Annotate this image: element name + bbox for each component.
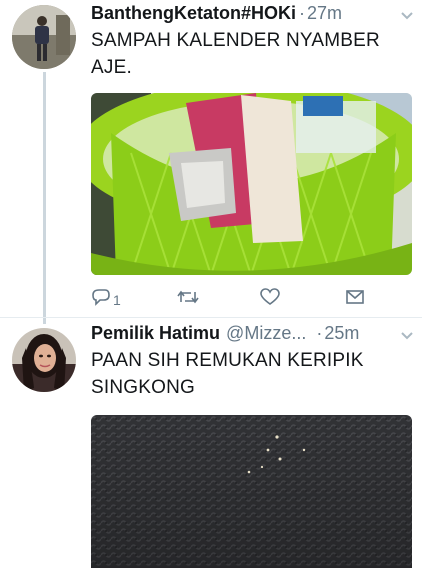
reply-icon (91, 288, 111, 311)
timestamp[interactable]: 25m (324, 323, 359, 344)
separator-dot: · (299, 2, 306, 23)
timeline-feed: BanthengKetaton#HOKi · 27m SAMPAH KALEND… (0, 0, 422, 568)
tweet-header: Pemilik Hatimu @Mizze... · 25m (91, 321, 414, 345)
retweet-icon (177, 288, 199, 311)
trash-basket-photo (91, 93, 412, 275)
retweet-button[interactable] (177, 288, 199, 311)
reply-button[interactable]: 1 (91, 288, 121, 311)
like-icon (260, 288, 280, 311)
thread-connector-line (43, 72, 46, 324)
message-icon (345, 288, 365, 311)
knit-fabric-photo (91, 415, 412, 568)
username[interactable]: @Mizze... (226, 323, 306, 344)
tweet-actions: 1 (91, 288, 391, 308)
message-button[interactable] (345, 288, 365, 311)
chevron-down-icon[interactable] (400, 325, 414, 346)
avatar[interactable] (12, 328, 76, 392)
timestamp[interactable]: 27m (307, 3, 342, 24)
tweet-media-photo[interactable] (91, 415, 412, 568)
tweet-text: SAMPAH KALENDER NYAMBER AJE. (91, 30, 380, 78)
reply-count: 1 (113, 291, 121, 308)
tweet-text: PAAN SIH REMUKAN KERIPIK SINGKONG (91, 350, 364, 398)
avatar[interactable] (12, 5, 76, 69)
like-button[interactable] (260, 288, 280, 311)
chevron-down-icon[interactable] (400, 5, 414, 26)
tweet-header: BanthengKetaton#HOKi · 27m (91, 1, 414, 25)
separator-dot: · (316, 322, 323, 343)
tweet-media-photo[interactable] (91, 93, 412, 275)
display-name[interactable]: BanthengKetaton#HOKi (91, 3, 296, 24)
display-name[interactable]: Pemilik Hatimu (91, 323, 220, 344)
avatar-photo (12, 328, 76, 392)
tweet-divider (0, 317, 422, 318)
avatar-photo (12, 5, 76, 69)
